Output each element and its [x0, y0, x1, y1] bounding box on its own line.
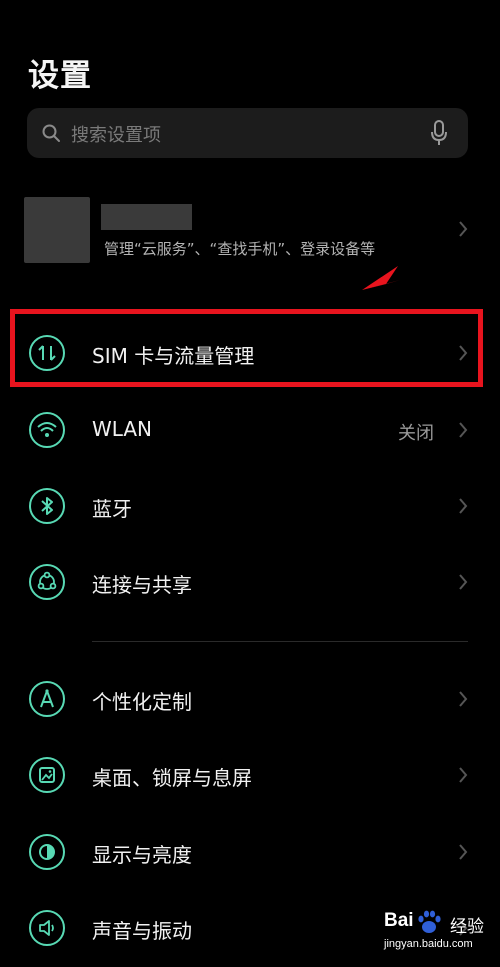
chevron-right-icon [459, 498, 468, 514]
settings-item-display[interactable]: 显示与亮度 [0, 815, 500, 891]
search-icon [42, 124, 60, 142]
chevron-right-icon [459, 844, 468, 860]
avatar [24, 197, 90, 263]
baidu-jingyan-watermark: Bai 经验 jingyan.baidu.com [384, 908, 494, 962]
share-icon [29, 564, 65, 600]
settings-item-wallpaper[interactable]: 桌面、锁屏与息屏 [0, 738, 500, 814]
microphone-icon[interactable] [430, 120, 448, 146]
watermark-url: jingyan.baidu.com [384, 938, 473, 950]
account-subtitle: 管理“云服务”、“查找手机”、登录设备等 [104, 240, 376, 258]
settings-item-label: WLAN [92, 417, 153, 441]
settings-item-share[interactable]: 连接与共享 [0, 545, 500, 621]
chevron-right-icon [459, 767, 468, 783]
chevron-right-icon [459, 422, 468, 438]
bluetooth-icon [29, 488, 65, 524]
chevron-right-icon [459, 221, 468, 237]
settings-item-label: 桌面、锁屏与息屏 [92, 766, 252, 790]
settings-item-wlan[interactable]: WLAN 关闭 [0, 393, 500, 469]
wallpaper-icon [29, 757, 65, 793]
red-arrow-annotation-icon [362, 266, 400, 290]
settings-item-label: 蓝牙 [92, 497, 132, 521]
settings-item-label: 显示与亮度 [92, 843, 192, 867]
red-highlight-annotation [10, 309, 483, 387]
page-title: 设置 [28, 58, 92, 94]
search-input[interactable]: 搜索设置项 [27, 108, 468, 158]
personalize-icon [29, 681, 65, 717]
chevron-right-icon [459, 574, 468, 590]
wifi-icon [29, 412, 65, 448]
settings-item-value: 关闭 [398, 423, 434, 444]
settings-item-bluetooth[interactable]: 蓝牙 [0, 469, 500, 545]
account-row[interactable]: 管理“云服务”、“查找手机”、登录设备等 [0, 180, 500, 280]
watermark-brand: Bai [384, 910, 414, 931]
settings-item-label: 声音与振动 [92, 919, 192, 943]
settings-item-label: 个性化定制 [92, 690, 192, 714]
section-divider [92, 641, 468, 642]
settings-item-personalize[interactable]: 个性化定制 [0, 662, 500, 738]
chevron-right-icon [459, 691, 468, 707]
account-name-redacted [101, 204, 192, 230]
settings-item-label: 连接与共享 [92, 573, 192, 597]
speaker-icon [29, 910, 65, 946]
search-placeholder: 搜索设置项 [71, 125, 161, 146]
paw-logo-icon [418, 910, 441, 933]
brightness-icon [29, 834, 65, 870]
watermark-site: 经验 [450, 917, 484, 937]
